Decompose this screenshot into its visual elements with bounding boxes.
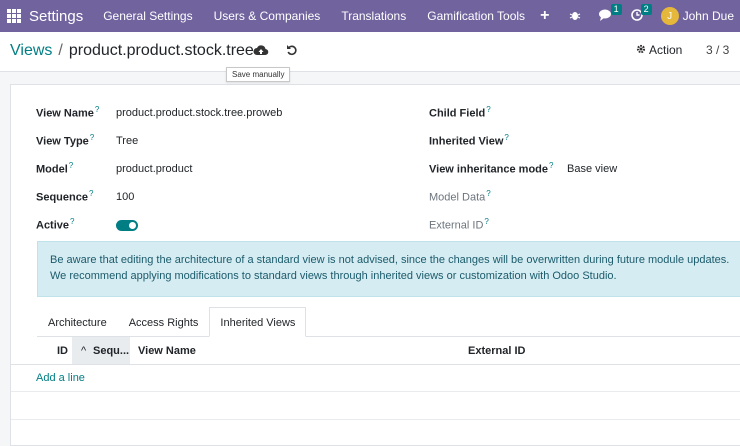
activities-badge: 2 [640,3,652,15]
model-label: Model? [36,161,74,176]
model-field[interactable]: product.product [116,163,192,175]
pager[interactable]: 3 / 3 [706,43,729,57]
view-name-label: View Name? [36,105,100,120]
alert-line-2: We recommend applying modifications to s… [50,270,617,282]
cloud-upload-icon[interactable] [253,44,269,58]
top-navbar: Settings General Settings Users & Compan… [0,0,740,32]
tab-access-rights[interactable]: Access Rights [118,307,210,337]
active-toggle[interactable] [116,220,138,231]
breadcrumb-views-link[interactable]: Views [10,42,52,60]
add-a-line-link[interactable]: Add a line [36,372,85,384]
messages-badge: 1 [610,3,622,15]
plus-icon[interactable]: + [540,7,549,25]
avatar[interactable]: J [660,7,679,25]
discard-icon[interactable] [286,43,298,59]
active-label: Active? [36,217,75,232]
gear-icon [636,43,646,57]
app-name[interactable]: Settings [29,8,83,25]
action-button[interactable]: Action [636,43,682,57]
sequence-field[interactable]: 100 [116,191,134,203]
table-row [11,391,740,392]
messages-icon[interactable]: 1 [598,3,622,24]
tab-architecture[interactable]: Architecture [37,307,118,337]
notebook-tabs: Architecture Access Rights Inherited Vie… [37,307,307,337]
warning-alert: Be aware that editing the architecture o… [37,241,740,297]
control-panel: Views / product.product.stock.tree [0,32,740,72]
clock-icon[interactable]: 2 [630,3,652,24]
apps-menu-icon[interactable] [7,9,21,23]
alert-line-1: Be aware that editing the architecture o… [50,254,730,266]
col-external-id[interactable]: External ID [468,345,525,357]
table-row [11,419,740,420]
model-data-label: Model Data? [429,189,491,204]
menu-users-companies[interactable]: Users & Companies [214,9,321,23]
form-sheet: View Name? product.product.stock.tree.pr… [10,84,740,446]
col-id[interactable]: ID [57,345,68,357]
tab-inherited-views[interactable]: Inherited Views [209,307,307,337]
col-sequence[interactable]: Sequ... [93,345,129,357]
menu-gamification-tools[interactable]: Gamification Tools [427,9,525,23]
menu-translations[interactable]: Translations [341,9,406,23]
table-header: ID ^ Sequ... View Name External ID [11,337,740,365]
inheritance-mode-label: View inheritance mode? [429,161,554,176]
save-manually-tooltip: Save manually [226,67,291,82]
external-id-label: External ID? [429,217,489,232]
view-name-field[interactable]: product.product.stock.tree.proweb [116,107,282,119]
breadcrumb-current: product.product.stock.tree [68,42,254,59]
action-label: Action [649,43,683,57]
breadcrumb: Views / product.product.stock.tree [10,42,254,60]
inheritance-mode-field[interactable]: Base view [567,163,617,175]
child-field-label: Child Field? [429,105,491,120]
view-type-label: View Type? [36,133,95,148]
sort-asc-icon[interactable]: ^ [81,345,86,357]
col-view-name[interactable]: View Name [138,345,196,357]
inherited-view-label: Inherited View? [429,133,509,148]
menu-general-settings[interactable]: General Settings [103,9,192,23]
breadcrumb-separator: / [58,42,63,59]
view-type-field[interactable]: Tree [116,135,138,147]
bug-icon[interactable] [569,9,581,24]
sequence-label: Sequence? [36,189,94,204]
user-name[interactable]: John Due [683,9,734,23]
